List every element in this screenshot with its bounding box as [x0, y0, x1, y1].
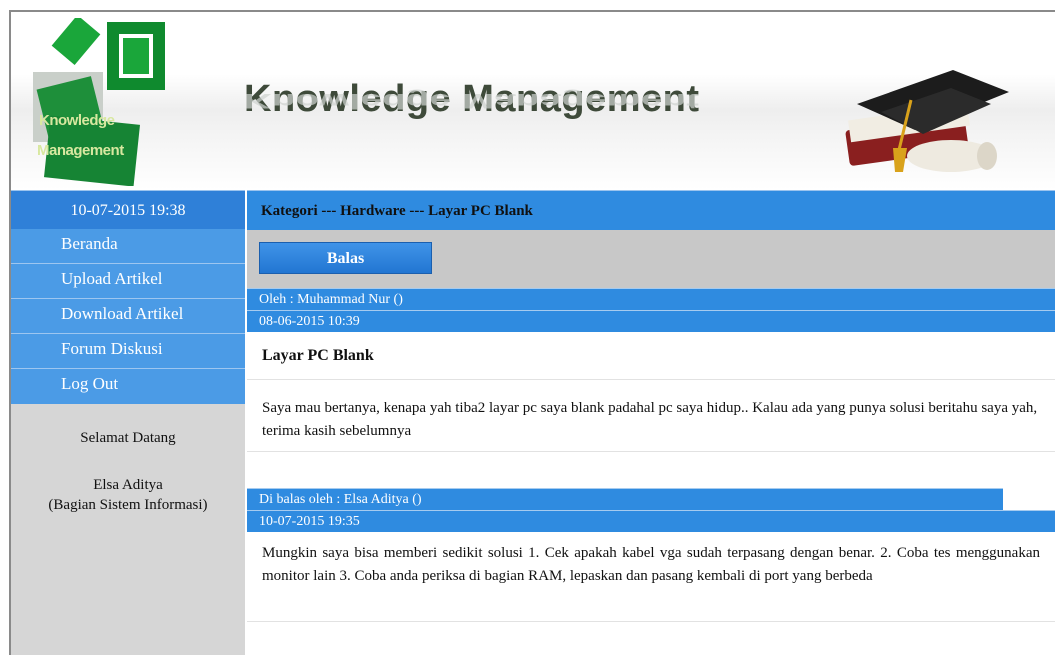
action-bar: Balas — [247, 230, 1055, 288]
sidebar-item-upload-artikel[interactable]: Upload Artikel — [11, 264, 245, 299]
page-frame: Knowledge Management Knowledge Managemen… — [9, 10, 1055, 655]
reply-date: 10-07-2015 19:35 — [247, 510, 1055, 532]
main-content: Kategori --- Hardware --- Layar PC Blank… — [247, 190, 1055, 655]
post-body: Saya mau bertanya, kenapa yah tiba2 laya… — [247, 380, 1055, 452]
reply-author: Di balas oleh : Elsa Aditya () — [247, 488, 1003, 510]
header-banner: Knowledge Management Knowledge Managemen… — [11, 12, 1055, 190]
sidebar-item-beranda[interactable]: Beranda — [11, 229, 245, 264]
reply-button[interactable]: Balas — [259, 242, 432, 274]
current-datetime: 10-07-2015 19:38 — [11, 190, 245, 229]
welcome-panel: Selamat Datang Elsa Aditya (Bagian Siste… — [11, 430, 245, 515]
sidebar-menu: Beranda Upload Artikel Download Artikel … — [11, 229, 245, 404]
user-info: Elsa Aditya (Bagian Sistem Informasi) — [11, 475, 245, 515]
breadcrumb: Kategori --- Hardware --- Layar PC Blank — [247, 190, 1055, 230]
post-title: Layar PC Blank — [247, 332, 1055, 380]
user-department: (Bagian Sistem Informasi) — [48, 497, 208, 513]
welcome-text: Selamat Datang — [80, 430, 176, 446]
post-author: Oleh : Muhammad Nur () — [247, 288, 1055, 310]
sidebar-item-log-out[interactable]: Log Out — [11, 369, 245, 404]
logo-text-line2: Management — [37, 142, 124, 159]
reply-body: Mungkin saya bisa memberi sedikit solusi… — [247, 532, 1055, 622]
sidebar-item-download-artikel[interactable]: Download Artikel — [11, 299, 245, 334]
graduation-cap-icon — [845, 70, 1009, 172]
user-name: Elsa Aditya — [93, 477, 163, 493]
sidebar-item-forum-diskusi[interactable]: Forum Diskusi — [11, 334, 245, 369]
post-date: 08-06-2015 10:39 — [247, 310, 1055, 332]
knowledge-management-logo — [33, 18, 165, 186]
sidebar: 10-07-2015 19:38 Beranda Upload Artikel … — [11, 190, 245, 655]
site-title-reflection: Knowledge Management — [244, 88, 700, 112]
logo-text-line1: Knowledge — [39, 112, 115, 129]
